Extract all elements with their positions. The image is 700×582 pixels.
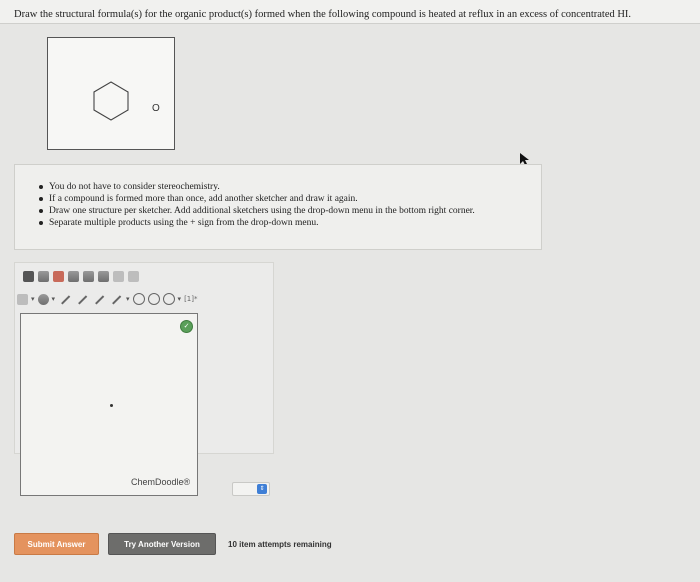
- redo-icon[interactable]: [68, 271, 79, 282]
- instruction-item: Separate multiple products using the + s…: [39, 217, 475, 229]
- triple-bond-icon[interactable]: [92, 294, 106, 305]
- question-bar: Draw the structural formula(s) for the o…: [0, 0, 700, 24]
- sketcher-toolbar-bottom: ▾ ▾ ▾ ▾ [1]*: [17, 292, 197, 306]
- wedge-bond-icon[interactable]: [109, 294, 123, 305]
- molecule-image: O: [47, 37, 175, 150]
- chevron-down-icon[interactable]: ▾: [31, 295, 35, 303]
- chevron-down-icon[interactable]: ▾: [178, 295, 182, 303]
- ring-tool-icon[interactable]: [132, 293, 145, 305]
- attempts-remaining: 10 item attempts remaining: [228, 540, 332, 549]
- sketcher-toolbar-top: [23, 271, 139, 285]
- clean-icon[interactable]: [113, 271, 124, 282]
- atom-tool-icon[interactable]: [37, 293, 49, 305]
- sketcher-dropdown[interactable]: ⇕: [232, 482, 270, 496]
- oxane-ring-icon: [93, 81, 129, 121]
- zoom-out-icon[interactable]: [98, 271, 109, 282]
- instruction-item: You do not have to consider stereochemis…: [39, 181, 475, 193]
- ring-tool-icon[interactable]: [147, 293, 160, 305]
- drawing-canvas[interactable]: ✓ ChemDoodle®: [20, 313, 198, 496]
- submit-answer-button[interactable]: Submit Answer: [14, 533, 99, 555]
- zoom-in-icon[interactable]: [83, 271, 94, 282]
- instruction-item: Draw one structure per sketcher. Add add…: [39, 205, 475, 217]
- single-bond-icon[interactable]: [58, 294, 72, 305]
- canvas-marker: [110, 404, 113, 407]
- instruction-item: If a compound is formed more than once, …: [39, 193, 475, 205]
- open-icon[interactable]: [23, 271, 34, 282]
- chevron-updown-icon[interactable]: ⇕: [257, 484, 267, 494]
- try-another-version-button[interactable]: Try Another Version: [108, 533, 216, 555]
- undo-icon[interactable]: [53, 271, 64, 282]
- save-icon[interactable]: [38, 271, 49, 282]
- chemdoodle-menu-icon[interactable]: ✓: [180, 320, 193, 333]
- chemdoodle-sketcher[interactable]: ▾ ▾ ▾ ▾ [1]* ✓ ChemDoodle®: [14, 262, 274, 496]
- instructions-list: You do not have to consider stereochemis…: [39, 181, 475, 229]
- double-bond-icon[interactable]: [75, 294, 89, 305]
- chevron-down-icon[interactable]: ▾: [52, 295, 56, 303]
- question-text: Draw the structural formula(s) for the o…: [14, 9, 632, 20]
- ring-tool-icon[interactable]: [162, 293, 175, 305]
- label-tool-icon[interactable]: [17, 293, 28, 305]
- instructions-panel: You do not have to consider stereochemis…: [14, 164, 542, 250]
- center-icon[interactable]: [128, 271, 139, 282]
- chain-tool-icon[interactable]: [1]*: [184, 295, 197, 303]
- chevron-down-icon[interactable]: ▾: [126, 295, 130, 303]
- oxygen-atom-label: O: [152, 103, 160, 114]
- chemdoodle-watermark: ChemDoodle®: [131, 477, 191, 487]
